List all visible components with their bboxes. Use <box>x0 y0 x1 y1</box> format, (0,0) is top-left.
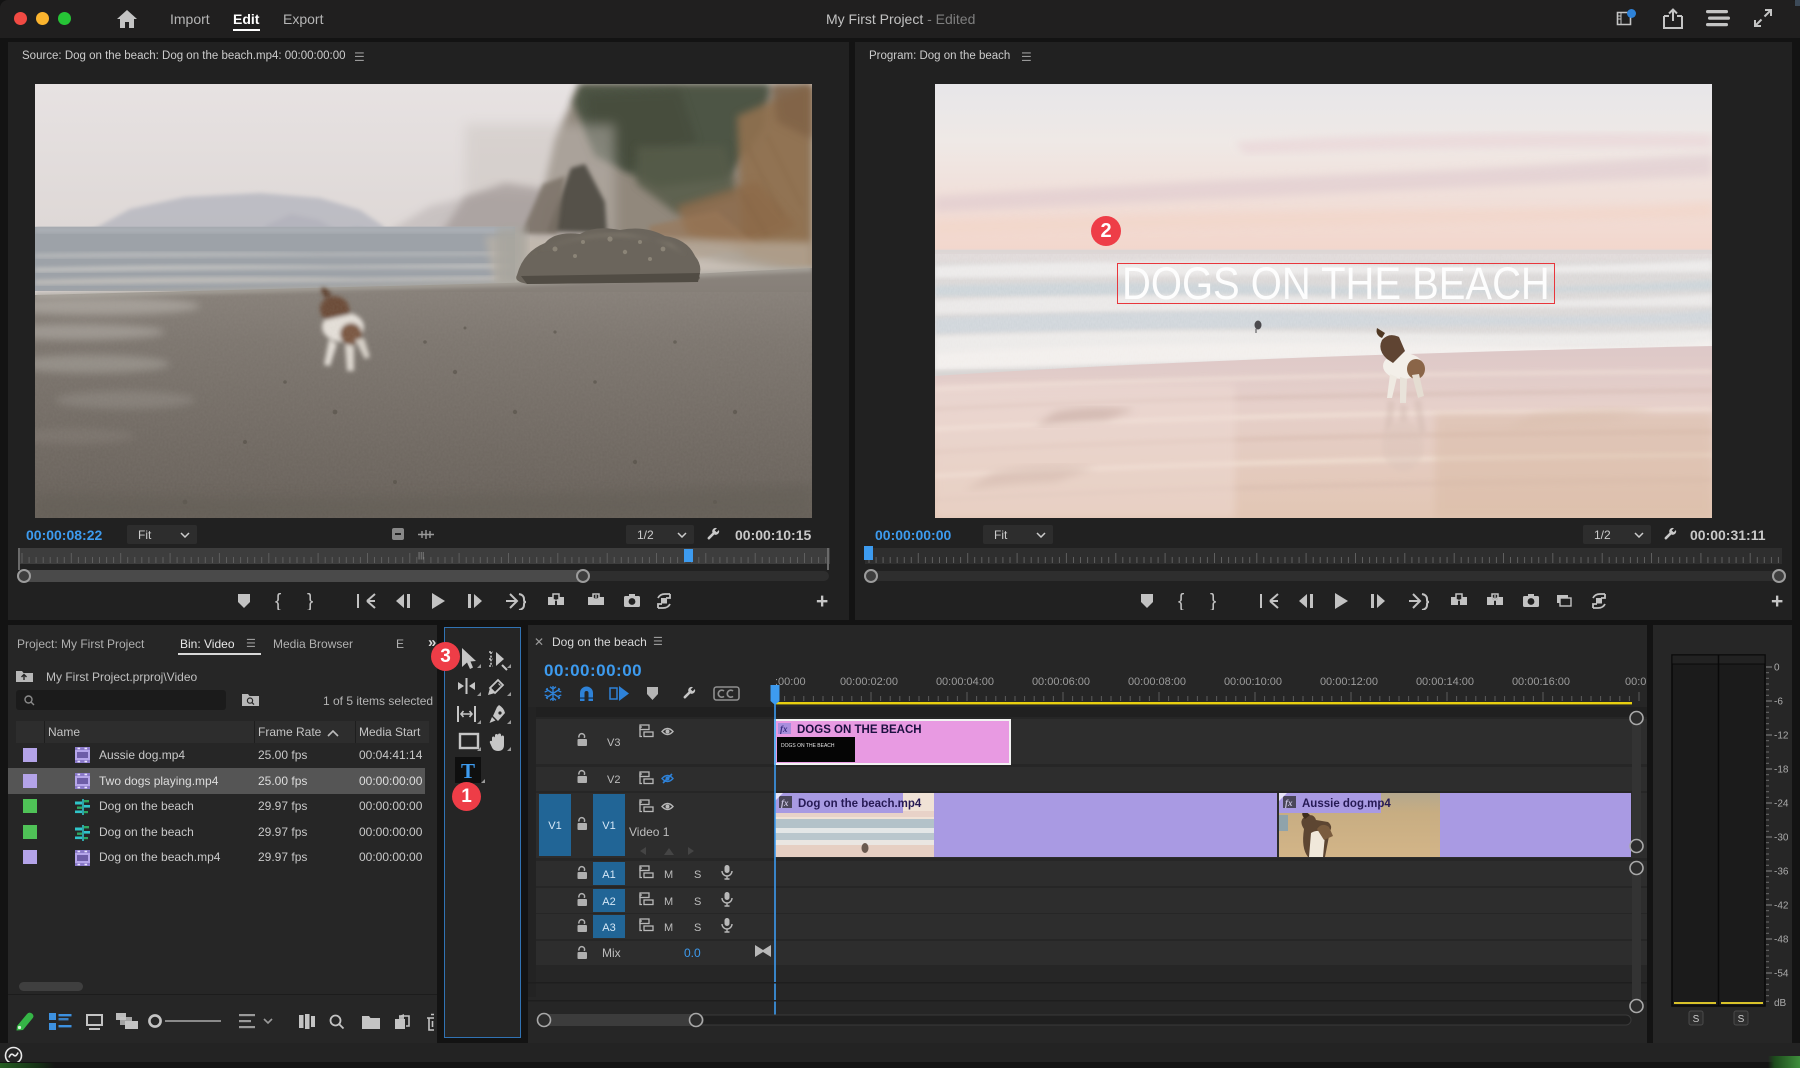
svg-text:Aussie dog.mp4: Aussie dog.mp4 <box>1302 798 1391 810</box>
svg-text:M: M <box>664 922 673 934</box>
svg-text:S: S <box>1693 1014 1700 1025</box>
svg-text:V1: V1 <box>548 820 561 832</box>
svg-text:-6: -6 <box>1774 697 1783 708</box>
svg-text:-54: -54 <box>1774 969 1789 980</box>
svg-text:{: { <box>1178 592 1185 610</box>
svg-text:-42: -42 <box>1774 901 1789 912</box>
svg-text:Mix: Mix <box>602 946 621 960</box>
svg-text:00:00:04:00: 00:00:04:00 <box>936 676 994 688</box>
svg-text:DOGS ON THE BEACH: DOGS ON THE BEACH <box>781 743 835 749</box>
svg-text:-36: -36 <box>1774 867 1789 878</box>
svg-text:Dog on the beach.mp4: Dog on the beach.mp4 <box>798 798 922 810</box>
svg-text:M: M <box>664 869 673 881</box>
svg-text:}: } <box>1210 592 1216 610</box>
svg-text:S: S <box>694 896 701 908</box>
svg-text:00:00:16:00: 00:00:16:00 <box>1512 676 1570 688</box>
svg-text:-12: -12 <box>1774 731 1789 742</box>
svg-text:0.0: 0.0 <box>684 946 701 960</box>
svg-text:A1: A1 <box>602 869 615 881</box>
svg-text:-18: -18 <box>1774 765 1789 776</box>
svg-text:0: 0 <box>1774 663 1780 674</box>
svg-text:00:00:02:00: 00:00:02:00 <box>840 676 898 688</box>
svg-text:T: T <box>461 759 475 783</box>
svg-text:-30: -30 <box>1774 833 1789 844</box>
svg-text:}: } <box>307 592 313 610</box>
svg-text:V2: V2 <box>607 774 620 786</box>
svg-text:M: M <box>664 896 673 908</box>
svg-text:S: S <box>694 922 701 934</box>
svg-text:dB: dB <box>1774 998 1787 1009</box>
svg-text:A3: A3 <box>602 922 615 934</box>
svg-text:00:0: 00:0 <box>1625 676 1646 688</box>
svg-text:fx: fx <box>780 724 788 734</box>
svg-text:Video 1: Video 1 <box>629 825 670 839</box>
svg-text:00:00:14:00: 00:00:14:00 <box>1416 676 1474 688</box>
svg-text:V1: V1 <box>602 820 615 832</box>
svg-text:00:00:12:00: 00:00:12:00 <box>1320 676 1378 688</box>
svg-text:A2: A2 <box>602 896 615 908</box>
svg-text:-48: -48 <box>1774 935 1789 946</box>
svg-text:00:00:06:00: 00:00:06:00 <box>1032 676 1090 688</box>
svg-text:00:00:08:00: 00:00:08:00 <box>1128 676 1186 688</box>
svg-text:V3: V3 <box>607 737 620 749</box>
svg-text:S: S <box>694 869 701 881</box>
svg-text:00:00:10:00: 00:00:10:00 <box>1224 676 1282 688</box>
svg-text:-24: -24 <box>1774 799 1789 810</box>
svg-text:fx: fx <box>781 798 789 808</box>
svg-text:S: S <box>1738 1014 1745 1025</box>
svg-text:{: { <box>275 592 282 610</box>
svg-text::00:00: :00:00 <box>775 676 806 688</box>
svg-text:DOGS ON THE BEACH: DOGS ON THE BEACH <box>797 724 922 736</box>
svg-text:fx: fx <box>1285 798 1293 808</box>
